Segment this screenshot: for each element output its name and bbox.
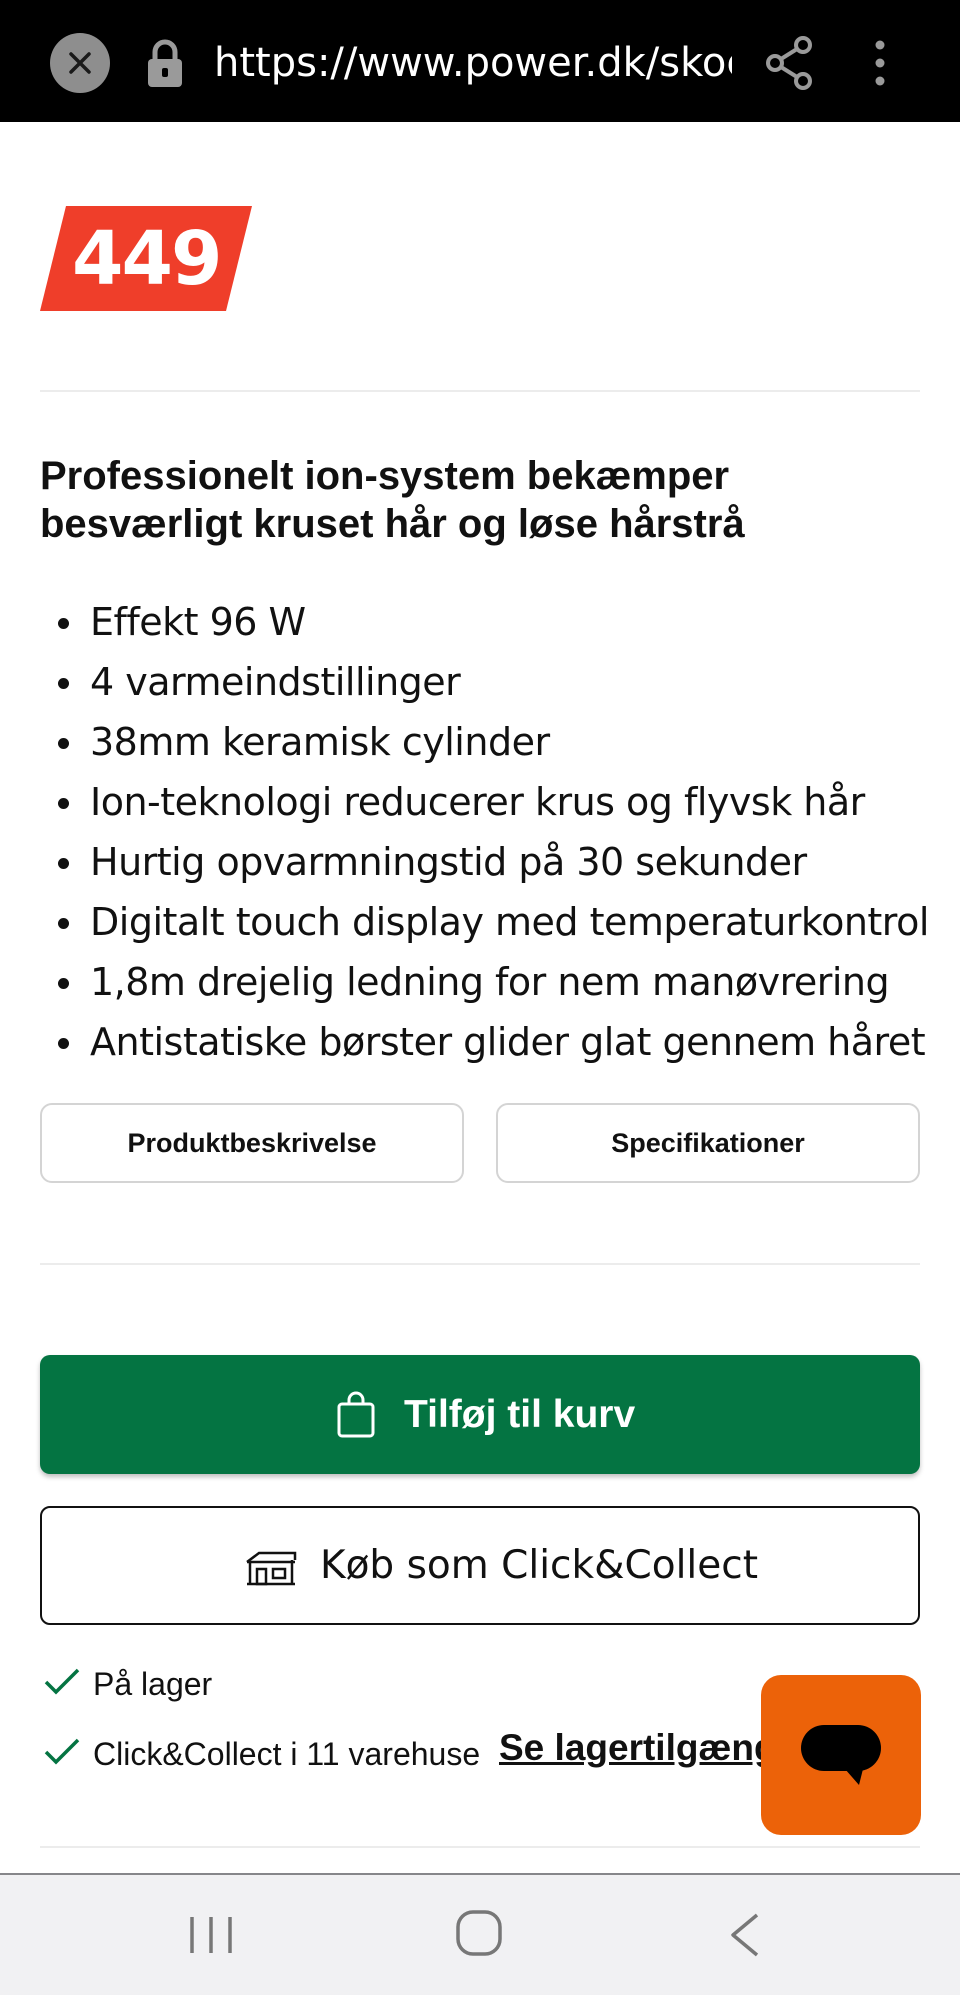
store-icon [246,1551,297,1586]
feature-item: 1,8m drejelig ledning for nem manøvrerin… [40,952,940,1012]
shopping-bag-icon [337,1391,375,1438]
add-to-cart-button[interactable]: Tilføj til kurv [40,1355,920,1474]
browser-toolbar: https://www.power.dk/skoen [0,0,960,122]
click-collect-label: Køb som Click&Collect [320,1543,758,1588]
feature-item: Effekt 96 W [40,592,940,652]
divider [40,390,920,392]
back-icon[interactable] [727,1911,763,1959]
product-headline: Professionelt ion-system bekæmper besvær… [40,454,745,546]
add-to-cart-label: Tilføj til kurv [404,1393,636,1436]
feature-item: 4 varmeindstillinger [40,652,940,712]
feature-item: Antistatiske børster glider glat gennem … [40,1012,940,1072]
more-vertical-icon[interactable] [866,38,894,88]
close-tab-button[interactable] [50,33,110,93]
lock-icon [148,39,182,87]
in-stock-label: På lager [93,1666,213,1702]
share-icon[interactable] [765,36,815,90]
url-bar[interactable]: https://www.power.dk/skoen [214,35,732,91]
click-collect-availability: Click&Collect i 11 varehuse [44,1729,484,1779]
check-icon [44,1668,80,1695]
feature-item: Ion-teknologi reducerer krus og flyvsk h… [40,772,940,832]
tab-product-description[interactable]: Produktbeskrivelse [40,1103,464,1183]
stock-status: På lager [44,1659,344,1709]
system-navigation-bar [0,1873,960,1995]
feature-item: Hurtig opvarmningstid på 30 sekunder [40,832,940,892]
click-collect-button[interactable]: Køb som Click&Collect [40,1506,920,1625]
chat-bubble-icon [801,1725,881,1785]
divider [40,1263,920,1265]
divider [40,1846,920,1848]
click-collect-availability-label: Click&Collect i 11 varehuse [93,1736,481,1772]
chat-button[interactable] [761,1675,921,1835]
feature-item: Digitalt touch display med temperaturkon… [40,892,940,952]
check-icon [44,1738,80,1765]
home-icon[interactable] [455,1909,503,1957]
feature-list: Effekt 96 W 4 varmeindstillinger 38mm ke… [40,592,940,1072]
see-stock-availability-link[interactable]: Se lagertilgæng [499,1720,777,1776]
feature-item: 38mm keramisk cylinder [40,712,940,772]
tab-specifications[interactable]: Specifikationer [496,1103,920,1183]
price: 449 [72,216,222,302]
close-icon [69,52,91,74]
recent-apps-icon[interactable] [188,1914,234,1956]
